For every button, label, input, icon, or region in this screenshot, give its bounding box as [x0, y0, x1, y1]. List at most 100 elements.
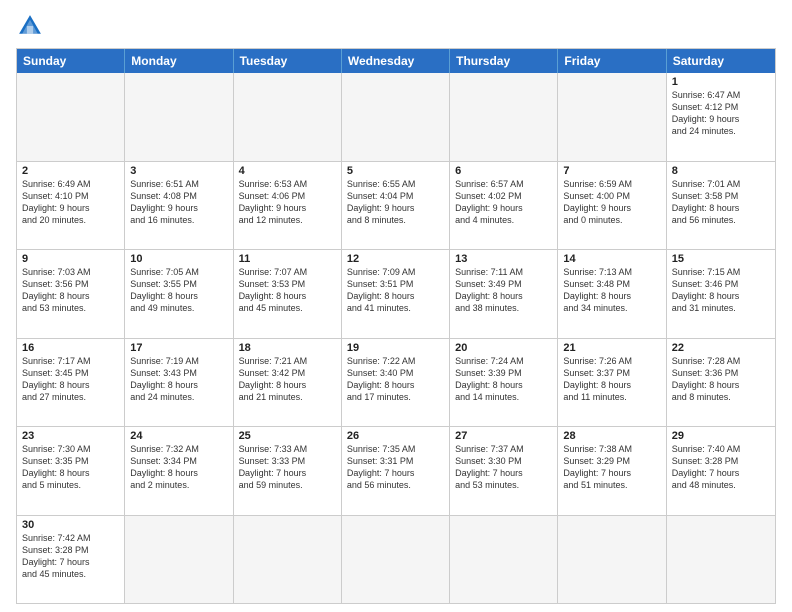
day-number: 16	[22, 342, 119, 354]
calendar-cell: 7Sunrise: 6:59 AM Sunset: 4:00 PM Daylig…	[558, 162, 666, 250]
calendar-cell: 8Sunrise: 7:01 AM Sunset: 3:58 PM Daylig…	[667, 162, 775, 250]
calendar-cell	[125, 73, 233, 161]
day-number: 3	[130, 165, 227, 177]
calendar-week-3: 9Sunrise: 7:03 AM Sunset: 3:56 PM Daylig…	[17, 249, 775, 338]
day-info: Sunrise: 7:22 AM Sunset: 3:40 PM Dayligh…	[347, 355, 444, 404]
day-info: Sunrise: 7:28 AM Sunset: 3:36 PM Dayligh…	[672, 355, 770, 404]
calendar-cell: 1Sunrise: 6:47 AM Sunset: 4:12 PM Daylig…	[667, 73, 775, 161]
day-number: 19	[347, 342, 444, 354]
calendar-body: 1Sunrise: 6:47 AM Sunset: 4:12 PM Daylig…	[17, 73, 775, 603]
calendar-cell: 11Sunrise: 7:07 AM Sunset: 3:53 PM Dayli…	[234, 250, 342, 338]
calendar-cell: 17Sunrise: 7:19 AM Sunset: 3:43 PM Dayli…	[125, 339, 233, 427]
calendar-header: SundayMondayTuesdayWednesdayThursdayFrid…	[17, 49, 775, 73]
day-info: Sunrise: 7:21 AM Sunset: 3:42 PM Dayligh…	[239, 355, 336, 404]
day-number: 7	[563, 165, 660, 177]
calendar-cell: 22Sunrise: 7:28 AM Sunset: 3:36 PM Dayli…	[667, 339, 775, 427]
day-info: Sunrise: 7:07 AM Sunset: 3:53 PM Dayligh…	[239, 266, 336, 315]
day-info: Sunrise: 7:26 AM Sunset: 3:37 PM Dayligh…	[563, 355, 660, 404]
day-number: 13	[455, 253, 552, 265]
day-number: 8	[672, 165, 770, 177]
calendar-cell: 23Sunrise: 7:30 AM Sunset: 3:35 PM Dayli…	[17, 427, 125, 515]
calendar-cell: 5Sunrise: 6:55 AM Sunset: 4:04 PM Daylig…	[342, 162, 450, 250]
day-number: 11	[239, 253, 336, 265]
day-info: Sunrise: 7:42 AM Sunset: 3:28 PM Dayligh…	[22, 532, 119, 581]
calendar-cell: 16Sunrise: 7:17 AM Sunset: 3:45 PM Dayli…	[17, 339, 125, 427]
day-info: Sunrise: 7:40 AM Sunset: 3:28 PM Dayligh…	[672, 443, 770, 492]
day-number: 25	[239, 430, 336, 442]
calendar-cell	[234, 73, 342, 161]
day-number: 28	[563, 430, 660, 442]
day-number: 6	[455, 165, 552, 177]
day-info: Sunrise: 7:09 AM Sunset: 3:51 PM Dayligh…	[347, 266, 444, 315]
day-number: 22	[672, 342, 770, 354]
day-number: 14	[563, 253, 660, 265]
calendar-cell	[342, 516, 450, 604]
day-number: 17	[130, 342, 227, 354]
calendar-cell	[558, 73, 666, 161]
calendar-grid: SundayMondayTuesdayWednesdayThursdayFrid…	[16, 48, 776, 604]
calendar-cell: 12Sunrise: 7:09 AM Sunset: 3:51 PM Dayli…	[342, 250, 450, 338]
calendar-cell	[17, 73, 125, 161]
calendar-cell: 28Sunrise: 7:38 AM Sunset: 3:29 PM Dayli…	[558, 427, 666, 515]
calendar-week-5: 23Sunrise: 7:30 AM Sunset: 3:35 PM Dayli…	[17, 426, 775, 515]
day-number: 30	[22, 519, 119, 531]
calendar-cell: 14Sunrise: 7:13 AM Sunset: 3:48 PM Dayli…	[558, 250, 666, 338]
header-day-saturday: Saturday	[667, 49, 775, 73]
day-info: Sunrise: 7:13 AM Sunset: 3:48 PM Dayligh…	[563, 266, 660, 315]
day-info: Sunrise: 7:19 AM Sunset: 3:43 PM Dayligh…	[130, 355, 227, 404]
calendar-week-4: 16Sunrise: 7:17 AM Sunset: 3:45 PM Dayli…	[17, 338, 775, 427]
calendar-week-6: 30Sunrise: 7:42 AM Sunset: 3:28 PM Dayli…	[17, 515, 775, 604]
header-day-friday: Friday	[558, 49, 666, 73]
calendar-cell: 3Sunrise: 6:51 AM Sunset: 4:08 PM Daylig…	[125, 162, 233, 250]
logo	[16, 12, 48, 40]
calendar-week-2: 2Sunrise: 6:49 AM Sunset: 4:10 PM Daylig…	[17, 161, 775, 250]
day-info: Sunrise: 7:35 AM Sunset: 3:31 PM Dayligh…	[347, 443, 444, 492]
day-number: 10	[130, 253, 227, 265]
calendar-page: SundayMondayTuesdayWednesdayThursdayFrid…	[0, 0, 792, 612]
day-number: 20	[455, 342, 552, 354]
calendar-cell: 4Sunrise: 6:53 AM Sunset: 4:06 PM Daylig…	[234, 162, 342, 250]
day-info: Sunrise: 7:38 AM Sunset: 3:29 PM Dayligh…	[563, 443, 660, 492]
day-info: Sunrise: 7:03 AM Sunset: 3:56 PM Dayligh…	[22, 266, 119, 315]
day-info: Sunrise: 7:05 AM Sunset: 3:55 PM Dayligh…	[130, 266, 227, 315]
calendar-cell: 9Sunrise: 7:03 AM Sunset: 3:56 PM Daylig…	[17, 250, 125, 338]
calendar-cell	[342, 73, 450, 161]
day-number: 29	[672, 430, 770, 442]
day-info: Sunrise: 6:51 AM Sunset: 4:08 PM Dayligh…	[130, 178, 227, 227]
day-number: 12	[347, 253, 444, 265]
day-info: Sunrise: 7:33 AM Sunset: 3:33 PM Dayligh…	[239, 443, 336, 492]
day-info: Sunrise: 6:59 AM Sunset: 4:00 PM Dayligh…	[563, 178, 660, 227]
calendar-cell	[558, 516, 666, 604]
calendar-cell: 26Sunrise: 7:35 AM Sunset: 3:31 PM Dayli…	[342, 427, 450, 515]
day-info: Sunrise: 6:55 AM Sunset: 4:04 PM Dayligh…	[347, 178, 444, 227]
day-info: Sunrise: 6:53 AM Sunset: 4:06 PM Dayligh…	[239, 178, 336, 227]
day-info: Sunrise: 7:30 AM Sunset: 3:35 PM Dayligh…	[22, 443, 119, 492]
header-day-monday: Monday	[125, 49, 233, 73]
calendar-cell: 13Sunrise: 7:11 AM Sunset: 3:49 PM Dayli…	[450, 250, 558, 338]
calendar-cell: 19Sunrise: 7:22 AM Sunset: 3:40 PM Dayli…	[342, 339, 450, 427]
calendar-cell: 10Sunrise: 7:05 AM Sunset: 3:55 PM Dayli…	[125, 250, 233, 338]
calendar-cell: 21Sunrise: 7:26 AM Sunset: 3:37 PM Dayli…	[558, 339, 666, 427]
day-number: 26	[347, 430, 444, 442]
calendar-cell	[234, 516, 342, 604]
day-number: 5	[347, 165, 444, 177]
calendar-cell	[450, 73, 558, 161]
calendar-cell: 15Sunrise: 7:15 AM Sunset: 3:46 PM Dayli…	[667, 250, 775, 338]
calendar-cell: 24Sunrise: 7:32 AM Sunset: 3:34 PM Dayli…	[125, 427, 233, 515]
day-info: Sunrise: 7:32 AM Sunset: 3:34 PM Dayligh…	[130, 443, 227, 492]
header-day-sunday: Sunday	[17, 49, 125, 73]
calendar-cell	[667, 516, 775, 604]
calendar-cell: 6Sunrise: 6:57 AM Sunset: 4:02 PM Daylig…	[450, 162, 558, 250]
day-number: 2	[22, 165, 119, 177]
calendar-week-1: 1Sunrise: 6:47 AM Sunset: 4:12 PM Daylig…	[17, 73, 775, 161]
day-number: 9	[22, 253, 119, 265]
day-info: Sunrise: 6:47 AM Sunset: 4:12 PM Dayligh…	[672, 89, 770, 138]
page-header	[16, 12, 776, 40]
day-number: 18	[239, 342, 336, 354]
header-day-tuesday: Tuesday	[234, 49, 342, 73]
logo-icon	[16, 12, 44, 40]
day-info: Sunrise: 7:15 AM Sunset: 3:46 PM Dayligh…	[672, 266, 770, 315]
calendar-cell: 20Sunrise: 7:24 AM Sunset: 3:39 PM Dayli…	[450, 339, 558, 427]
calendar-cell: 29Sunrise: 7:40 AM Sunset: 3:28 PM Dayli…	[667, 427, 775, 515]
day-info: Sunrise: 6:57 AM Sunset: 4:02 PM Dayligh…	[455, 178, 552, 227]
